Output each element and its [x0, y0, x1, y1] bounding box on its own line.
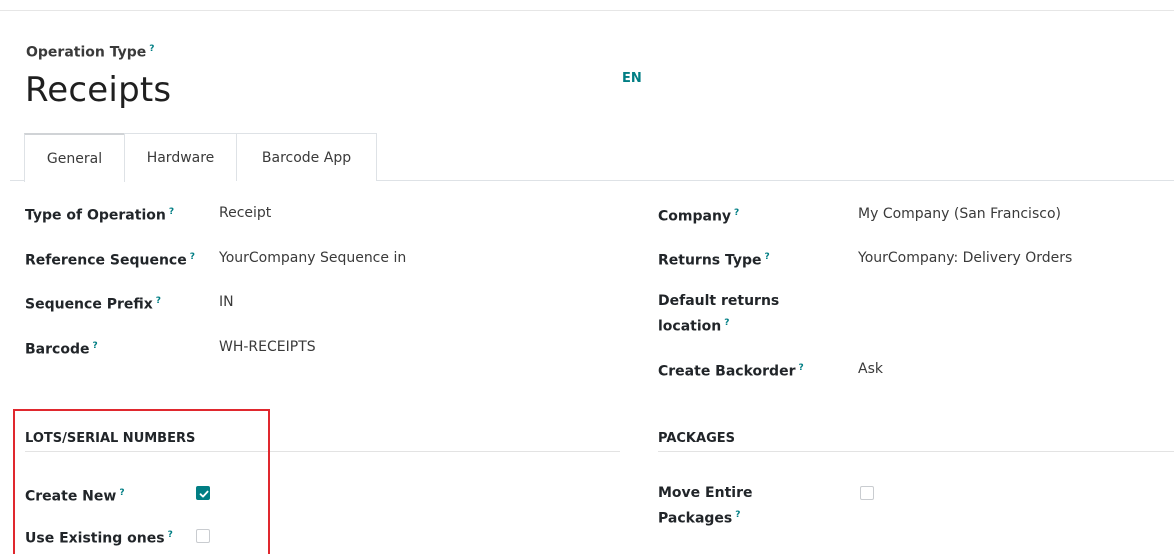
help-icon[interactable]: ? — [765, 252, 770, 262]
help-icon[interactable]: ? — [734, 208, 739, 218]
highlight-box — [13, 409, 270, 554]
help-icon[interactable]: ? — [724, 318, 729, 328]
returns-type-field[interactable]: YourCompany: Delivery Orders — [858, 247, 1072, 269]
type-of-operation-label: Type of Operation? — [25, 207, 175, 224]
type-of-operation-field[interactable]: Receipt — [219, 202, 271, 224]
sequence-prefix-field[interactable]: IN — [219, 291, 234, 313]
help-icon[interactable]: ? — [149, 44, 154, 54]
packages-section-title: PACKAGES — [658, 431, 735, 446]
packages-section-divider — [658, 451, 1174, 452]
sequence-prefix-label: Sequence Prefix? — [25, 296, 161, 313]
create-backorder-field[interactable]: Ask — [858, 358, 883, 380]
tab-hardware[interactable]: Hardware — [124, 133, 237, 181]
barcode-label: Barcode? — [25, 341, 98, 358]
move-entire-packages-checkbox[interactable] — [860, 486, 874, 500]
tab-general[interactable]: General — [24, 133, 125, 182]
notebook-tabs: General Hardware Barcode App — [10, 133, 1174, 182]
company-field[interactable]: My Company (San Francisco) — [858, 203, 1061, 225]
help-icon[interactable]: ? — [169, 207, 174, 217]
record-type-label: Operation Type? — [26, 44, 155, 61]
returns-type-label: Returns Type? — [658, 252, 770, 269]
tab-barcode-app[interactable]: Barcode App — [236, 133, 377, 181]
company-label: Company? — [658, 208, 740, 225]
page-title: Receipts — [25, 70, 172, 110]
reference-sequence-label: Reference Sequence? — [25, 252, 195, 269]
default-returns-location-label: Default returns location? — [658, 293, 780, 335]
help-icon[interactable]: ? — [156, 296, 161, 306]
help-icon[interactable]: ? — [92, 341, 97, 351]
help-icon[interactable]: ? — [798, 363, 803, 373]
create-backorder-label: Create Backorder? — [658, 363, 804, 380]
reference-sequence-field[interactable]: YourCompany Sequence in — [219, 247, 406, 269]
barcode-field[interactable]: WH-RECEIPTS — [219, 336, 316, 358]
top-divider — [0, 10, 1174, 11]
language-button[interactable]: EN — [622, 71, 642, 86]
help-icon[interactable]: ? — [190, 252, 195, 262]
help-icon[interactable]: ? — [735, 510, 740, 520]
default-returns-location-field[interactable] — [858, 291, 1118, 313]
move-entire-packages-label: Move Entire Packages? — [658, 485, 753, 527]
